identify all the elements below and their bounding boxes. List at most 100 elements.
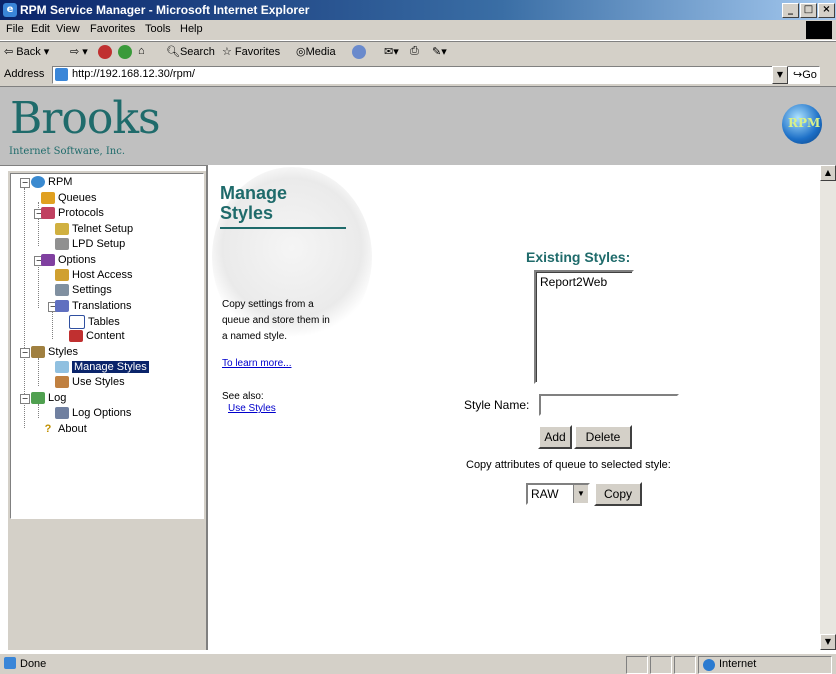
menu-file[interactable]: File [6,23,24,35]
menu-favorites[interactable]: Favorites [90,23,135,35]
tree-label: Settings [72,284,112,296]
tree-guide-line [52,311,53,339]
forward-button[interactable]: ⇨ ▾ [70,45,88,58]
manage-styles-icon [55,361,69,374]
tree-label: Log Options [72,407,132,419]
translations-icon [55,300,69,313]
chevron-down-icon[interactable]: ▼ [573,485,588,503]
ie-icon: e [3,3,17,17]
navigation-pane: − RPM Queues − Protocols Telnet Setup LP… [8,171,206,650]
internet-globe-icon [703,659,715,671]
tree-label: About [58,423,87,435]
tree-item-host-access[interactable]: Host Access [55,269,133,282]
description-line: Copy settings from a [222,299,314,310]
go-button[interactable]: ↪Go [793,68,817,81]
learn-more-link[interactable]: To learn more... [222,356,291,372]
content-icon [69,330,83,343]
delete-button[interactable]: Delete [574,425,632,449]
tree-item-about[interactable]: ? About [41,423,87,435]
copy-attributes-label: Copy attributes of queue to selected sty… [466,459,671,471]
collapse-toggle[interactable]: − [20,178,30,188]
tools-icon [55,284,69,297]
tree-label: Content [86,330,125,342]
menu-help[interactable]: Help [180,23,203,35]
vertical-scrollbar[interactable]: ▲ ▼ [820,165,836,650]
brooks-logo-subtitle: Internet Software, Inc. [9,146,126,157]
tree-label: LPD Setup [72,238,126,250]
status-bar: Done Internet [0,653,836,674]
favorites-button[interactable]: ☆ Favorites [222,45,280,58]
tree-item-log[interactable]: Log [31,392,66,405]
queues-icon [41,192,55,205]
status-text: Done [20,658,47,670]
minimize-button[interactable]: _ [782,3,799,18]
address-input[interactable]: http://192.168.12.30/rpm/ [52,66,820,84]
menu-view[interactable]: View [56,23,80,35]
tree-item-rpm[interactable]: RPM [31,176,73,189]
tree-label: RPM [48,176,73,188]
tree-item-protocols[interactable]: Protocols [41,207,104,220]
lock-icon [55,269,69,282]
page-title-line2: Styles [220,203,274,223]
mail-icon[interactable]: ✉▾ [384,45,399,58]
address-label: Address [4,68,45,80]
use-styles-link[interactable]: Use Styles [228,401,276,417]
page-done-icon [4,657,16,669]
media-button[interactable]: ◎Media [296,45,336,58]
tree-item-content[interactable]: Content [69,330,125,343]
existing-styles-list[interactable]: Report2Web [534,270,634,384]
list-item[interactable]: Report2Web [540,275,607,289]
tree-item-telnet-setup[interactable]: Telnet Setup [55,223,133,236]
tree-item-lpd-setup[interactable]: LPD Setup [55,238,126,251]
tree-item-options[interactable]: Options [41,254,96,267]
status-panel [674,656,696,674]
tree-label-selected: Manage Styles [72,361,149,373]
tree-label: Translations [72,300,132,312]
description: Copy settings from a queue and store the… [222,297,330,345]
collapse-toggle[interactable]: − [20,394,30,404]
scroll-up-button[interactable]: ▲ [820,165,836,181]
menu-edit[interactable]: Edit [31,23,50,35]
maximize-button[interactable]: □ [800,3,817,18]
tree-item-log-options[interactable]: Log Options [55,407,132,420]
existing-styles-heading: Existing Styles: [526,249,631,265]
refresh-icon[interactable] [118,45,132,59]
media-label: Media [305,46,336,58]
tree-guide-line [38,358,39,386]
address-dropdown-button[interactable]: ▼ [772,66,788,84]
print-icon[interactable]: ⎙ [410,45,419,58]
tree-item-use-styles[interactable]: Use Styles [55,376,125,389]
favorites-label: Favorites [234,46,281,58]
collapse-toggle[interactable]: − [20,348,30,358]
tree-item-settings[interactable]: Settings [55,284,112,297]
search-button[interactable]: 🔍︎Search [166,45,215,58]
scroll-down-button[interactable]: ▼ [820,634,836,650]
queue-select[interactable]: RAW ▼ [526,483,590,505]
tree-item-queues[interactable]: Queues [41,192,97,205]
tree-item-manage-styles[interactable]: Manage Styles [55,361,149,374]
tree-item-tables[interactable]: Tables [69,315,120,329]
banner: Brooks Internet Software, Inc. RPM [0,87,836,166]
protocols-icon [41,207,55,220]
tree-guide-line [24,188,25,428]
copy-button[interactable]: Copy [594,482,642,506]
back-label: Back [16,46,41,58]
stop-icon[interactable] [98,45,112,59]
edit-icon[interactable]: ✎▾ [432,45,447,58]
home-icon[interactable]: ⌂ [138,45,145,57]
description-line: a named style. [222,331,288,342]
add-button[interactable]: Add [538,425,572,449]
back-button[interactable]: ⇦ Back ▾ [4,45,49,58]
menu-bar: File Edit View Favorites Tools Help [0,20,836,41]
tree-label: Host Access [72,269,133,281]
close-button[interactable]: × [818,3,835,18]
menu-tools[interactable]: Tools [145,23,171,35]
tree-item-translations[interactable]: Translations [55,300,132,313]
window-title-bar: e RPM Service Manager - Microsoft Intern… [0,0,836,20]
style-name-input[interactable] [539,394,679,416]
tree-item-styles[interactable]: Styles [31,346,78,359]
rpm-logo-text: RPM [788,116,821,130]
tree-guide-line [38,264,39,308]
history-icon[interactable] [352,45,366,59]
windows-logo-icon [806,21,832,39]
